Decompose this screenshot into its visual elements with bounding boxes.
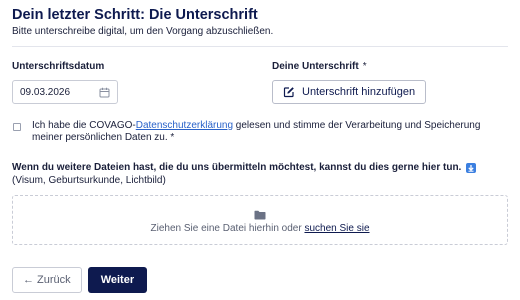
consent-text-before: Ich habe die COVAGO- [32,120,136,131]
action-bar: ← Zurück Weiter [12,267,508,293]
date-column: Unterschriftsdatum [12,61,272,104]
date-field[interactable] [12,80,118,104]
calendar-icon[interactable] [99,87,110,98]
upload-hint: (Visum, Geburtsurkunde, Lichtbild) [12,175,166,186]
signature-label: Deine Unterschrift * [272,61,508,73]
add-signature-label: Unterschrift hinzufügen [302,86,416,98]
dropzone-text-prefix: Ziehen Sie eine Datei hierhin oder [150,222,305,234]
upload-heading-text: Wenn du weitere Dateien hast, die du uns… [12,162,462,173]
privacy-policy-link[interactable]: Datenschutzerklärung [136,120,233,131]
divider [12,46,508,47]
consent-text: Ich habe die COVAGO-Datenschutzerklärung… [32,120,508,144]
date-signature-row: Unterschriftsdatum Deine Unterschrift* [12,61,508,104]
date-input[interactable] [20,86,90,98]
next-button[interactable]: Weiter [87,267,148,293]
browse-file-link[interactable]: suchen Sie sie [304,223,369,234]
info-download-icon[interactable] [466,163,477,173]
folder-icon [254,207,266,219]
upload-heading: Wenn du weitere Dateien hast, die du uns… [12,162,508,174]
pen-square-icon [283,86,295,98]
date-label: Unterschriftsdatum [12,61,105,72]
signature-label-text: Deine Unterschrift [272,61,359,72]
consent-checkbox[interactable] [13,123,21,131]
file-dropzone[interactable]: Ziehen Sie eine Datei hierhin oder suche… [12,195,508,245]
add-signature-button[interactable]: Unterschrift hinzufügen [272,80,427,104]
dropzone-text: Ziehen Sie eine Datei hierhin oder suche… [150,223,369,234]
back-button[interactable]: ← Zurück [12,267,82,293]
page-title: Dein letzter Schritt: Die Unterschrift [12,7,258,23]
signature-column: Deine Unterschrift * Unterschrift hinzufü… [272,61,508,104]
required-marker: * [362,61,367,72]
page-subtitle: Bitte unterschreibe digital, um den Vorg… [12,26,274,37]
consent-row: Ich habe die COVAGO-Datenschutzerklärung… [12,120,508,144]
signature-step-page: Dein letzter Schritt: Die Unterschrift B… [0,0,520,300]
